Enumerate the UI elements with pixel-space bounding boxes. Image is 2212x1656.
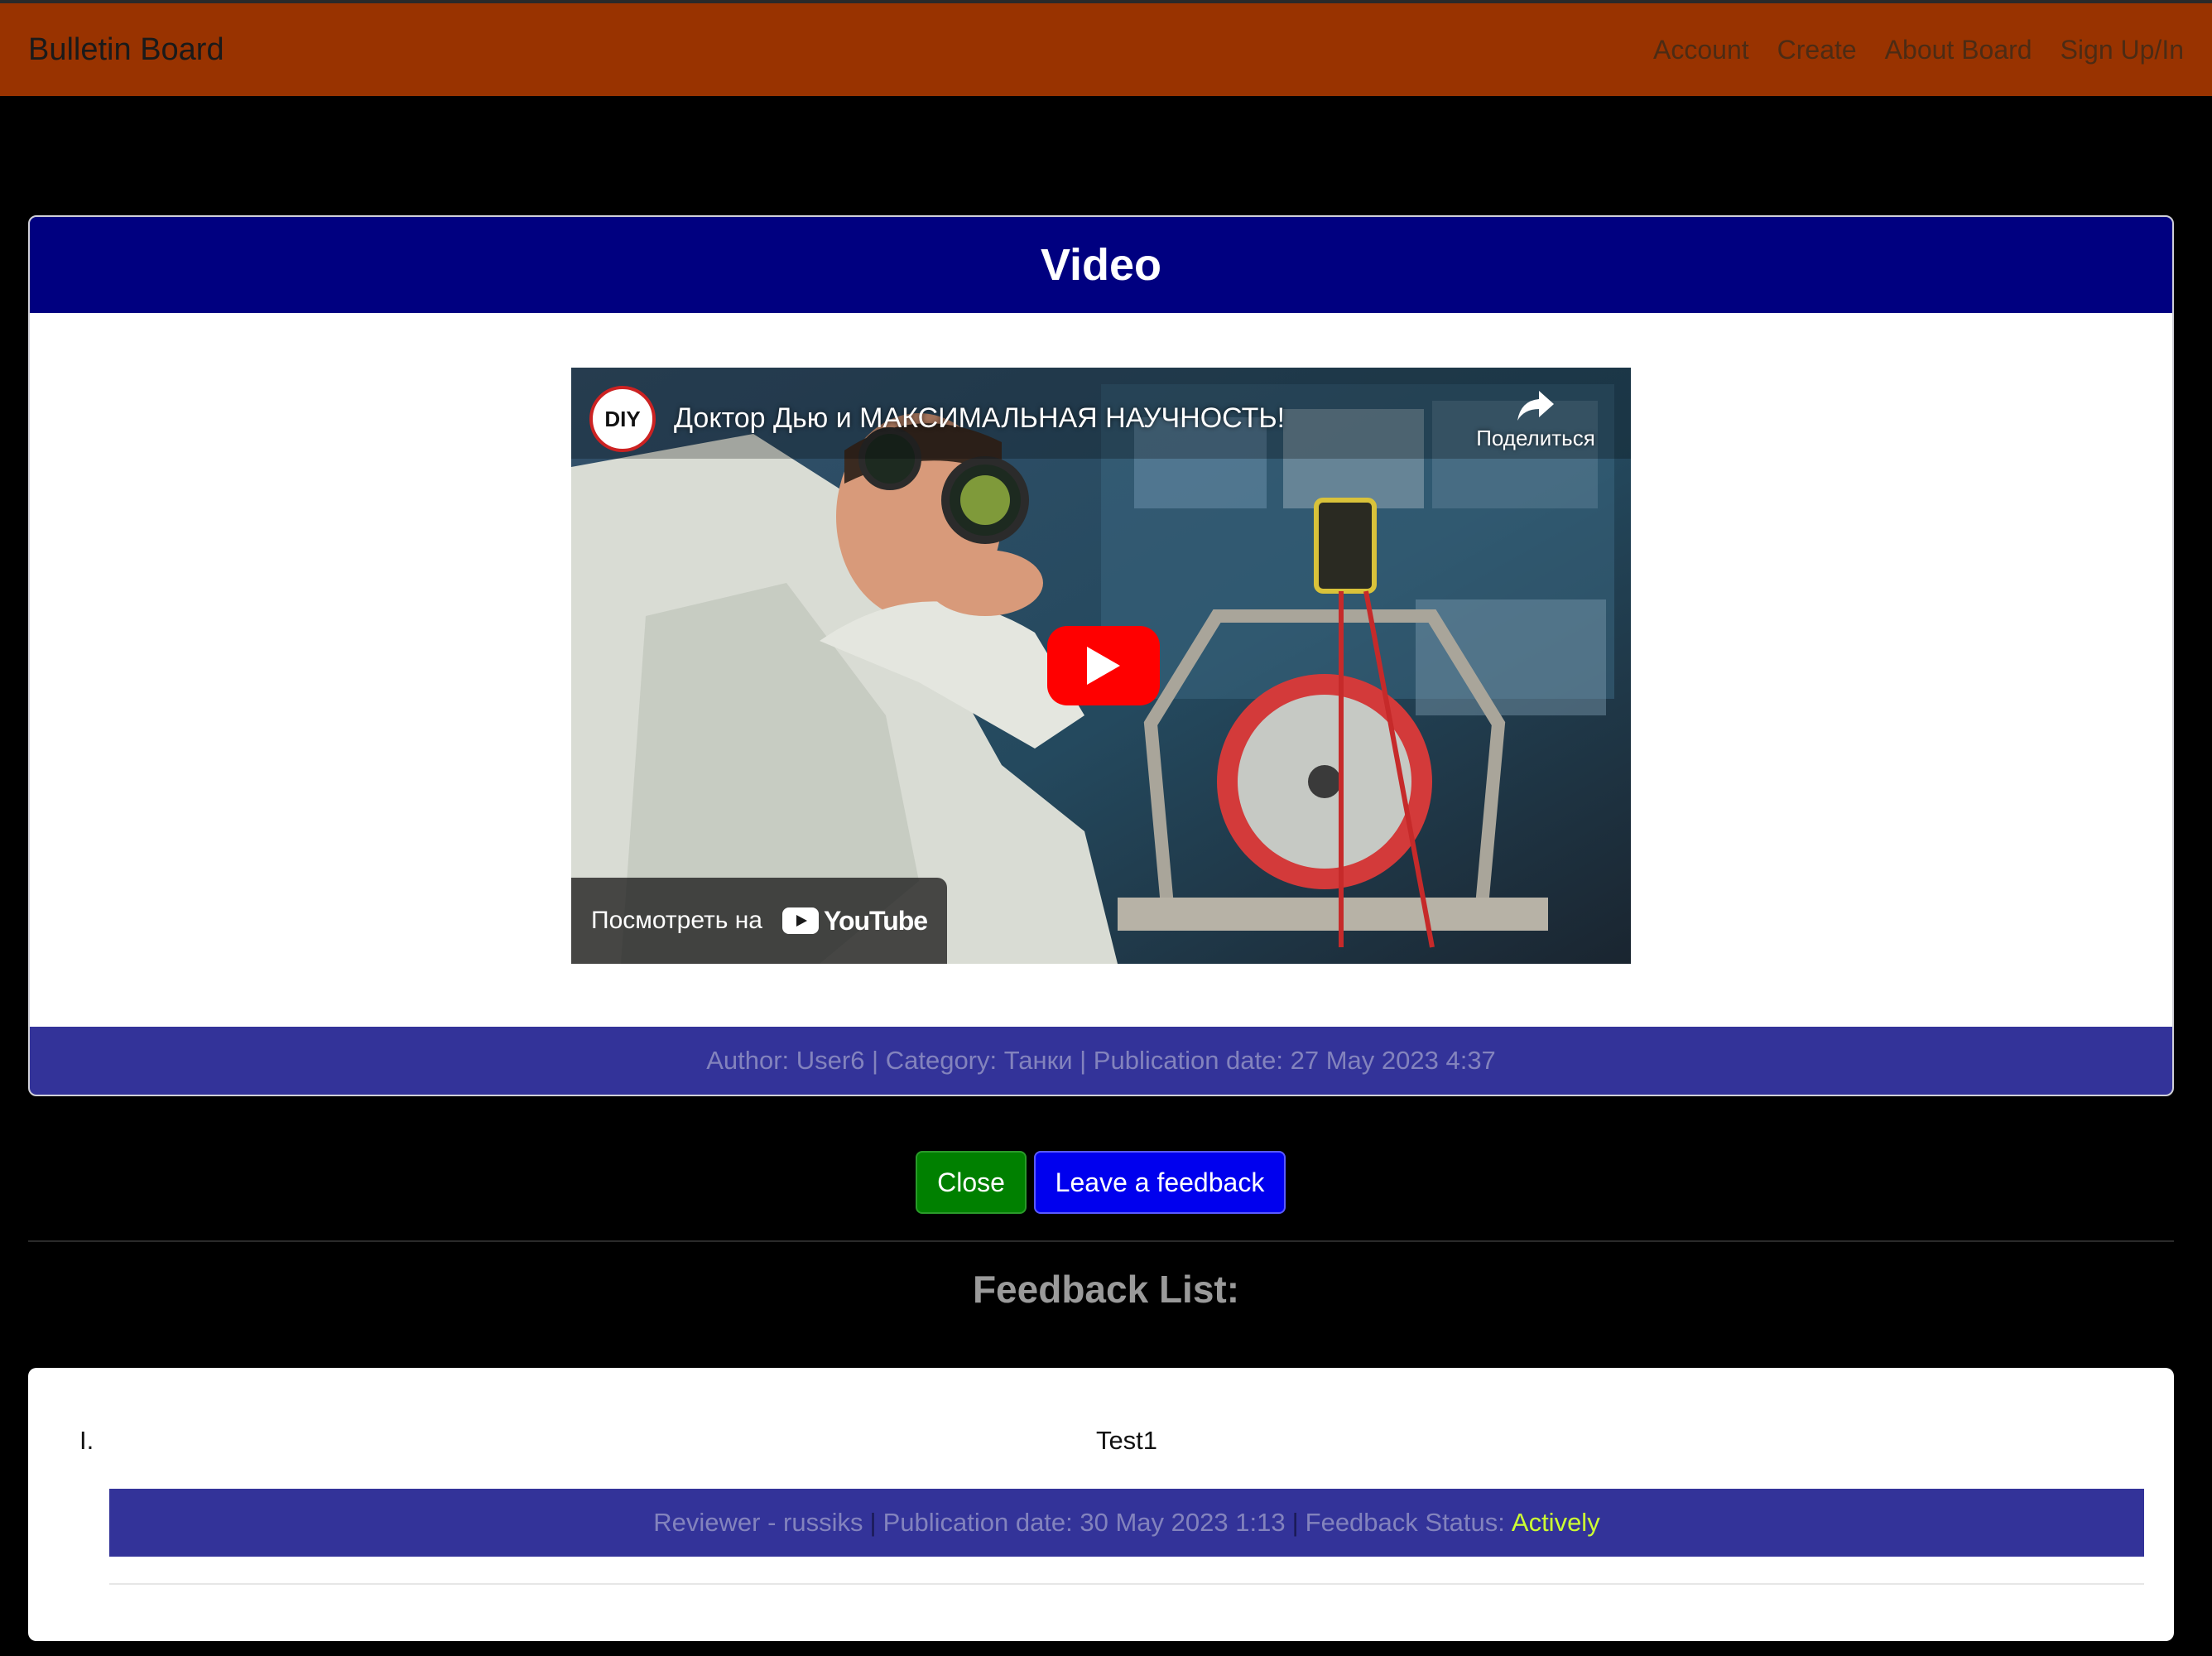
card-title: Video <box>1040 240 1162 290</box>
youtube-logo: YouTube <box>781 905 928 936</box>
nav-links: Account Create About Board Sign Up/In <box>1653 35 2184 65</box>
video-embed[interactable]: DIY Доктор Дью и МАКСИМАЛЬНАЯ НАУЧНОСТЬ!… <box>571 368 1631 964</box>
feedback-divider <box>109 1583 2144 1585</box>
feedback-list-heading: Feedback List: <box>972 1268 1240 1311</box>
nav-link-create[interactable]: Create <box>1777 35 1857 65</box>
youtube-label: YouTube <box>823 905 928 936</box>
video-title[interactable]: Доктор Дью и МАКСИМАЛЬНАЯ НАУЧНОСТЬ! <box>674 402 1285 435</box>
youtube-logo-icon <box>781 907 819 934</box>
meta-separator: | <box>1291 1508 1299 1537</box>
play-icon <box>1087 647 1120 685</box>
nav-link-sign-up-in[interactable]: Sign Up/In <box>2061 35 2184 65</box>
feedback-meta: Reviewer - russiks | Publication date: 3… <box>109 1489 2144 1557</box>
feedback-status-label: Feedback Status: <box>1305 1508 1505 1537</box>
feedback-list: I. Test1 Reviewer - russiks | Publicatio… <box>28 1368 2174 1641</box>
top-navbar: Bulletin Board Account Create About Boar… <box>0 0 2212 96</box>
nav-link-about-board[interactable]: About Board <box>1885 35 2032 65</box>
feedback-reviewer: Reviewer - russiks <box>653 1508 863 1537</box>
card-footer-meta: Author: User6 | Category: Танки | Public… <box>30 1027 2172 1095</box>
meta-separator: | <box>869 1508 877 1537</box>
feedback-text: Test1 <box>1095 1426 1158 1455</box>
brand-link[interactable]: Bulletin Board <box>28 32 224 68</box>
feedback-date: Publication date: 30 May 2023 1:13 <box>882 1508 1286 1537</box>
share-icon <box>1517 391 1554 421</box>
share-label: Поделиться <box>1476 426 1595 450</box>
card-header: Video <box>30 217 2172 313</box>
watch-on-youtube-link[interactable]: Посмотреть на YouTube <box>571 878 948 964</box>
play-button[interactable] <box>1047 626 1160 705</box>
video-card: Video DIY Доктор Дью и МАКСИМАЛЬНАЯ НАУЧ… <box>28 215 2174 1096</box>
watch-on-label: Посмотреть на <box>591 907 762 934</box>
feedback-number: I. <box>79 1426 94 1455</box>
card-body: DIY Доктор Дью и МАКСИМАЛЬНАЯ НАУЧНОСТЬ!… <box>30 313 2172 1027</box>
section-divider <box>28 1240 2174 1242</box>
share-button[interactable]: Поделиться <box>1465 391 1606 451</box>
nav-link-account[interactable]: Account <box>1653 35 1749 65</box>
leave-feedback-button[interactable]: Leave a feedback <box>1034 1151 1286 1214</box>
close-button[interactable]: Close <box>916 1151 1027 1214</box>
channel-logo[interactable]: DIY <box>589 386 656 452</box>
feedback-status: Actively <box>1511 1508 1600 1537</box>
